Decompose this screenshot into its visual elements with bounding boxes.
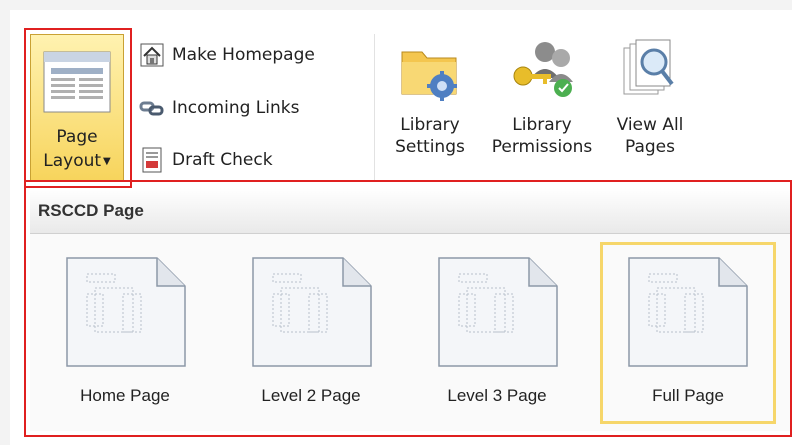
draft-check-label: Draft Check — [172, 150, 273, 170]
incoming-links-button[interactable]: Incoming Links — [138, 93, 299, 123]
folder-gear-icon — [401, 51, 457, 101]
make-homepage-button[interactable]: Make Homepage — [138, 40, 315, 70]
keys-users-icon — [513, 42, 573, 97]
links-icon — [139, 101, 164, 116]
highlight-box-page-layout — [24, 28, 132, 188]
view-all-pages-line2: Pages — [624, 137, 675, 157]
view-all-pages-button[interactable]: View All Pages — [612, 38, 688, 158]
incoming-links-label: Incoming Links — [172, 98, 300, 118]
library-settings-line1: Library — [400, 115, 460, 135]
home-icon — [140, 43, 164, 67]
library-settings-button[interactable]: Library Settings — [388, 38, 472, 158]
group-separator — [374, 34, 375, 182]
library-permissions-button[interactable]: Library Permissions — [478, 38, 606, 158]
draft-check-icon — [142, 147, 162, 173]
view-pages-icon — [623, 39, 674, 95]
view-all-pages-line1: View All — [616, 115, 684, 135]
library-settings-line2: Settings — [395, 137, 465, 157]
draft-check-button[interactable]: Draft Check — [138, 145, 273, 175]
library-permissions-line2: Permissions — [491, 137, 593, 157]
highlight-box-gallery — [24, 180, 792, 437]
make-homepage-label: Make Homepage — [172, 45, 315, 65]
library-permissions-line1: Library — [512, 115, 572, 135]
